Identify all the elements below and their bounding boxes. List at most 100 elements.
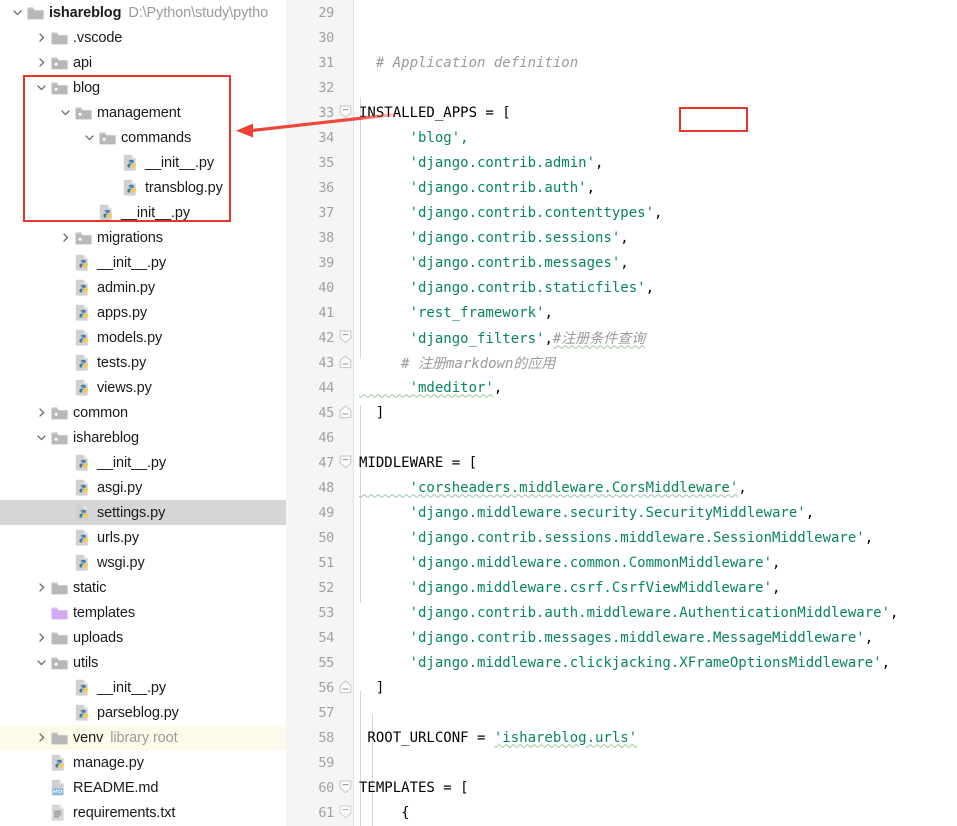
tree-item-admin-py[interactable]: admin.py bbox=[0, 275, 286, 300]
code-line[interactable]: 50 'django.contrib.sessions.middleware.S… bbox=[286, 525, 957, 550]
code-line[interactable]: 40 'django.contrib.staticfiles', bbox=[286, 275, 957, 300]
tree-item-ishareblog[interactable]: ishareblog bbox=[0, 425, 286, 450]
fold-toggle-icon[interactable] bbox=[338, 400, 353, 425]
code-line-list[interactable]: 29 30 31 # Application definition 32 33 INSTA… bbox=[286, 0, 957, 826]
tree-item-init-py[interactable]: __init__.py bbox=[0, 150, 286, 175]
project-tree-panel[interactable]: ishareblog D:\Python\study\pytho .vscode ap… bbox=[0, 0, 286, 826]
tree-item-venv[interactable]: venv library root bbox=[0, 725, 286, 750]
tree-item-init-py[interactable]: __init__.py bbox=[0, 250, 286, 275]
chevron-down-icon[interactable] bbox=[34, 75, 49, 100]
tree-item-settings-py[interactable]: settings.py bbox=[0, 500, 286, 525]
code-line[interactable]: 30 bbox=[286, 25, 957, 50]
code-line[interactable]: 43 # 注册markdown的应用 bbox=[286, 350, 957, 375]
code-line[interactable]: 37 'django.contrib.contenttypes', bbox=[286, 200, 957, 225]
code-line[interactable]: 55 'django.middleware.clickjacking.XFram… bbox=[286, 650, 957, 675]
chevron-right-icon[interactable] bbox=[34, 50, 49, 75]
code-line[interactable]: 60 TEMPLATES = [ bbox=[286, 775, 957, 800]
tree-item-commands[interactable]: commands bbox=[0, 125, 286, 150]
tree-item-init-py[interactable]: __init__.py bbox=[0, 200, 286, 225]
project-tree-list[interactable]: ishareblog D:\Python\study\pytho .vscode ap… bbox=[0, 0, 286, 825]
fold-toggle-icon[interactable] bbox=[338, 775, 353, 800]
code-line[interactable]: 47 MIDDLEWARE = [ bbox=[286, 450, 957, 475]
chevron-right-icon[interactable] bbox=[34, 725, 49, 750]
code-line[interactable]: 56 ] bbox=[286, 675, 957, 700]
code-line[interactable]: 31 # Application definition bbox=[286, 50, 957, 75]
chevron-right-icon[interactable] bbox=[34, 625, 49, 650]
chevron-down-icon[interactable] bbox=[34, 425, 49, 450]
tree-item-readme-md[interactable]: MD README.md bbox=[0, 775, 286, 800]
code-line[interactable]: 38 'django.contrib.sessions', bbox=[286, 225, 957, 250]
tree-item-tests-py[interactable]: tests.py bbox=[0, 350, 286, 375]
tree-item-label: settings.py bbox=[97, 504, 166, 521]
code-line[interactable]: 45 ] bbox=[286, 400, 957, 425]
code-line[interactable]: 59 bbox=[286, 750, 957, 775]
tree-indent-spacer bbox=[0, 550, 58, 575]
fold-toggle-icon[interactable] bbox=[338, 100, 353, 125]
tree-item-common[interactable]: common bbox=[0, 400, 286, 425]
tree-item-management[interactable]: management bbox=[0, 100, 286, 125]
tree-item-apps-py[interactable]: apps.py bbox=[0, 300, 286, 325]
tree-item-ishareblog[interactable]: ishareblog D:\Python\study\pytho bbox=[0, 0, 286, 25]
tree-item-vscode[interactable]: .vscode bbox=[0, 25, 286, 50]
code-line[interactable]: 53 'django.contrib.auth.middleware.Authe… bbox=[286, 600, 957, 625]
tree-item-models-py[interactable]: models.py bbox=[0, 325, 286, 350]
code-line[interactable]: 52 'django.middleware.csrf.CsrfViewMiddl… bbox=[286, 575, 957, 600]
tree-item-templates[interactable]: templates bbox=[0, 600, 286, 625]
code-line[interactable]: 33 INSTALLED_APPS = [ bbox=[286, 100, 957, 125]
code-line[interactable]: 29 bbox=[286, 0, 957, 25]
fold-toggle-icon[interactable] bbox=[338, 350, 353, 375]
code-line[interactable]: 58 ROOT_URLCONF = 'ishareblog.urls' bbox=[286, 725, 957, 750]
code-line[interactable]: 36 'django.contrib.auth', bbox=[286, 175, 957, 200]
chevron-right-icon[interactable] bbox=[58, 225, 73, 250]
code-editor[interactable]: 29 30 31 # Application definition 32 33 INSTA… bbox=[286, 0, 957, 826]
code-line[interactable]: 32 bbox=[286, 75, 957, 100]
chevron-right-icon[interactable] bbox=[34, 25, 49, 50]
chevron-down-icon[interactable] bbox=[10, 0, 25, 25]
tree-item-urls-py[interactable]: urls.py bbox=[0, 525, 286, 550]
tree-item-static[interactable]: static bbox=[0, 575, 286, 600]
tree-item-requirements-txt[interactable]: requirements.txt bbox=[0, 800, 286, 825]
tree-item-transblog-py[interactable]: transblog.py bbox=[0, 175, 286, 200]
markdown-file-icon: MD bbox=[49, 775, 69, 800]
code-line[interactable]: 49 'django.middleware.security.SecurityM… bbox=[286, 500, 957, 525]
chevron-down-icon[interactable] bbox=[34, 650, 49, 675]
code-line[interactable]: 54 'django.contrib.messages.middleware.M… bbox=[286, 625, 957, 650]
tree-item-blog[interactable]: blog bbox=[0, 75, 286, 100]
tree-item-init-py[interactable]: __init__.py bbox=[0, 675, 286, 700]
tree-item-wsgi-py[interactable]: wsgi.py bbox=[0, 550, 286, 575]
code-line[interactable]: 61 { bbox=[286, 800, 957, 825]
tree-item-parseblog-py[interactable]: parseblog.py bbox=[0, 700, 286, 725]
tree-item-uploads[interactable]: uploads bbox=[0, 625, 286, 650]
fold-toggle-icon[interactable] bbox=[338, 325, 353, 350]
code-line[interactable]: 57 bbox=[286, 700, 957, 725]
code-line[interactable]: 48 'corsheaders.middleware.CorsMiddlewar… bbox=[286, 475, 957, 500]
chevron-down-icon[interactable] bbox=[82, 125, 97, 150]
code-text: 'django.contrib.auth.middleware.Authenti… bbox=[359, 604, 899, 621]
tree-item-asgi-py[interactable]: asgi.py bbox=[0, 475, 286, 500]
code-line[interactable]: 35 'django.contrib.admin', bbox=[286, 150, 957, 175]
tree-item-label: urls.py bbox=[97, 529, 140, 546]
tree-item-migrations[interactable]: migrations bbox=[0, 225, 286, 250]
code-text: 'mdeditor', bbox=[359, 379, 503, 396]
code-line[interactable]: 34 'blog', bbox=[286, 125, 957, 150]
chevron-down-icon[interactable] bbox=[58, 100, 73, 125]
chevron-right-icon[interactable] bbox=[34, 575, 49, 600]
code-line[interactable]: 44 'mdeditor', bbox=[286, 375, 957, 400]
tree-item-api[interactable]: api bbox=[0, 50, 286, 75]
fold-toggle-icon[interactable] bbox=[338, 675, 353, 700]
code-line[interactable]: 46 bbox=[286, 425, 957, 450]
tree-item-manage-py[interactable]: manage.py bbox=[0, 750, 286, 775]
tree-item-views-py[interactable]: views.py bbox=[0, 375, 286, 400]
fold-toggle-icon[interactable] bbox=[338, 450, 353, 475]
code-line[interactable]: 51 'django.middleware.common.CommonMiddl… bbox=[286, 550, 957, 575]
line-number: 29 bbox=[318, 4, 334, 21]
code-line[interactable]: 41 'rest_framework', bbox=[286, 300, 957, 325]
python-file-icon bbox=[73, 450, 93, 475]
chevron-right-icon[interactable] bbox=[34, 400, 49, 425]
tree-item-init-py[interactable]: __init__.py bbox=[0, 450, 286, 475]
fold-toggle-icon[interactable] bbox=[338, 800, 353, 825]
code-line[interactable]: 39 'django.contrib.messages', bbox=[286, 250, 957, 275]
code-line[interactable]: 42 'django_filters',#注册条件查询 bbox=[286, 325, 957, 350]
tree-item-utils[interactable]: utils bbox=[0, 650, 286, 675]
